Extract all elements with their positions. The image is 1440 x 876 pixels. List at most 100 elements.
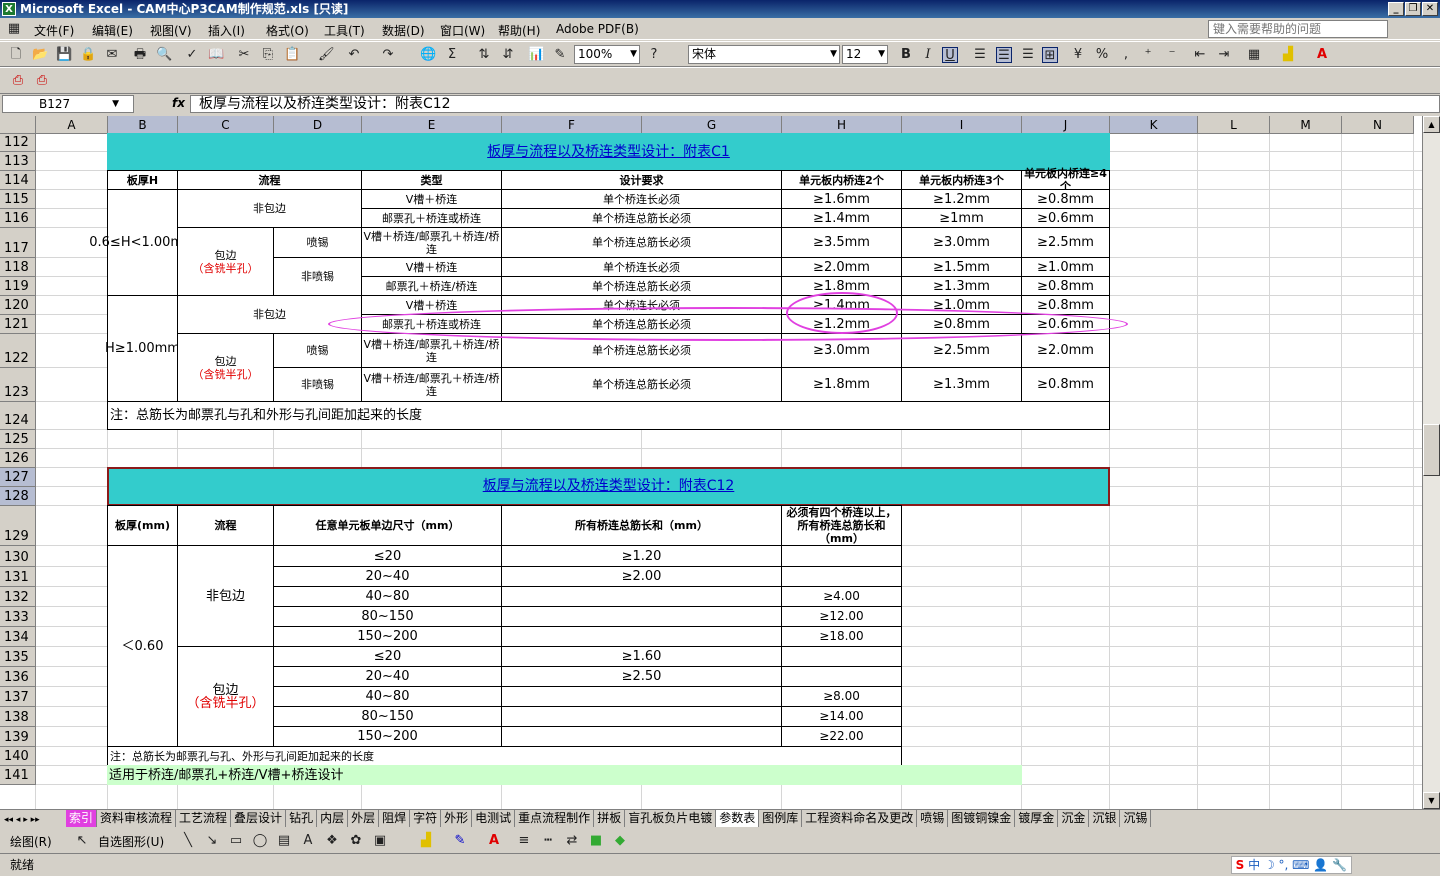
bold-button[interactable]: B [898, 47, 914, 63]
diagram-icon[interactable]: ❖ [324, 833, 340, 849]
permission-icon[interactable]: 🔒 [80, 47, 96, 63]
size-cell[interactable]: 40~80 [273, 686, 502, 707]
sheet-tab[interactable]: 沉银 [1089, 810, 1121, 827]
row-header[interactable]: 125 [0, 430, 36, 449]
four-bridge-cell[interactable]: ≥4.00 [781, 586, 902, 607]
header-cell[interactable]: 所有桥连总筋长和（mm） [501, 505, 782, 546]
minimize-button[interactable]: _ [1388, 2, 1404, 16]
formula-input[interactable]: 板厚与流程以及桥连类型设计：附表C12 [190, 95, 1440, 113]
name-box[interactable]: B127 ▼ [2, 95, 134, 113]
requirement-cell[interactable]: 单个桥连长必须 [501, 257, 782, 277]
row-header[interactable]: 122 [0, 334, 36, 368]
total-length-cell[interactable] [501, 706, 782, 727]
sheet-tab[interactable]: 重点流程制作 [515, 810, 595, 827]
vertical-scrollbar[interactable]: ▲ ▼ [1422, 116, 1440, 809]
row-header[interactable]: 137 [0, 687, 36, 707]
borders-icon[interactable]: ▦ [1246, 47, 1262, 63]
row-header[interactable]: 126 [0, 449, 36, 468]
type-cell[interactable]: V槽＋桥连 [361, 189, 502, 209]
print-preview-icon[interactable]: 🔍 [156, 47, 172, 63]
total-length-cell[interactable] [501, 726, 782, 747]
row-header[interactable]: 114 [0, 171, 36, 190]
row-header[interactable]: 123 [0, 368, 36, 402]
value-cell[interactable]: ≥0.8mm [1021, 189, 1110, 209]
size-cell[interactable]: 40~80 [273, 586, 502, 607]
process-cell[interactable]: 非喷锡 [273, 257, 362, 296]
type-cell[interactable]: 邮票孔＋桥连/桥连 [361, 276, 502, 296]
sheet-tab[interactable]: 字符 [410, 810, 442, 827]
header-cell[interactable]: 类型 [361, 170, 502, 190]
total-length-cell[interactable] [501, 626, 782, 647]
header-cell[interactable]: 流程 [177, 505, 274, 546]
increase-decimal-icon[interactable]: ⁺ [1140, 47, 1156, 63]
sheet-tab[interactable]: 电测试 [472, 810, 516, 827]
line-style-icon[interactable]: ≡ [516, 833, 532, 849]
four-bridge-cell[interactable] [781, 666, 902, 687]
process-cell[interactable]: 喷锡 [273, 227, 362, 258]
shadow-icon[interactable]: ■ [588, 833, 604, 849]
row-header[interactable]: 119 [0, 277, 36, 296]
menu-format[interactable]: 格式(O) [266, 22, 309, 39]
process-cell[interactable]: 包边 （含铣半孔） [177, 227, 274, 296]
size-cell[interactable]: 20~40 [273, 566, 502, 587]
size-cell[interactable]: ≤20 [273, 545, 502, 567]
requirement-cell[interactable]: 单个桥连总筋长必须 [501, 367, 782, 402]
line-color-icon[interactable]: ✎ [452, 833, 468, 849]
sheet-tab[interactable]: 沉金 [1058, 810, 1090, 827]
sheet-tab[interactable]: 索引 [66, 810, 98, 827]
type-cell[interactable]: V槽＋桥连/邮票孔＋桥连/桥连 [361, 227, 502, 258]
process-cell[interactable]: 非喷锡 [273, 367, 362, 402]
textbox-icon[interactable]: ▤ [276, 833, 292, 849]
sheet-tab[interactable]: 图例库 [759, 810, 803, 827]
column-header[interactable]: J [1022, 116, 1110, 134]
underline-button[interactable]: U [942, 47, 958, 63]
size-cell[interactable]: ≤20 [273, 646, 502, 667]
value-cell[interactable]: ≥1mm [901, 208, 1022, 228]
value-cell[interactable]: ≥1.8mm [781, 367, 902, 402]
sheet-tab[interactable]: 镀厚金 [1015, 810, 1059, 827]
value-cell[interactable]: ≥1.3mm [901, 367, 1022, 402]
requirement-cell[interactable]: 单个桥连总筋长必须 [501, 276, 782, 296]
align-left-icon[interactable]: ☰ [972, 47, 988, 63]
table1-title[interactable]: 板厚与流程以及桥连类型设计：附表C1 [107, 133, 1110, 171]
table2-note[interactable]: 注：总筋长为邮票孔与孔、外形与孔间距加起来的长度 [107, 746, 902, 766]
merge-center-icon[interactable]: ⊞ [1042, 47, 1058, 63]
sheet-tab[interactable]: 喷锡 [917, 810, 949, 827]
select-all-corner[interactable] [0, 116, 36, 134]
chart-wizard-icon[interactable]: 📊 [528, 47, 544, 63]
sheet-tab[interactable]: 图镀铜镍金 [948, 810, 1016, 827]
clipart-icon[interactable]: ✿ [348, 833, 364, 849]
increase-indent-icon[interactable]: ⇥ [1216, 47, 1232, 63]
value-cell[interactable]: ≥2.0mm [781, 257, 902, 277]
format-painter-icon[interactable]: 🖌 [318, 47, 335, 63]
autosum-icon[interactable]: Σ [444, 47, 460, 63]
function-icon[interactable]: fx [172, 96, 185, 110]
help-icon[interactable]: ? [646, 47, 662, 63]
row-header[interactable]: 116 [0, 209, 36, 228]
header-cell[interactable]: 单元板内桥连2个 [781, 170, 902, 190]
value-cell[interactable]: ≥1.3mm [901, 276, 1022, 296]
column-header[interactable]: F [502, 116, 642, 134]
type-cell[interactable]: V槽＋桥连/邮票孔＋桥连/桥连 [361, 367, 502, 402]
value-cell[interactable]: ≥1.6mm [781, 189, 902, 209]
column-header[interactable]: A [36, 116, 108, 134]
process-cell[interactable]: 包边 （含铣半孔） [177, 646, 274, 747]
menu-data[interactable]: 数据(D) [382, 22, 425, 39]
value-cell[interactable]: ≥0.8mm [1021, 367, 1110, 402]
requirement-cell[interactable]: 单个桥连总筋长必须 [501, 208, 782, 228]
sheet-tab[interactable]: 内层 [317, 810, 349, 827]
row-header[interactable]: 112 [0, 134, 36, 152]
font-select[interactable]: 宋体 ▼ [688, 45, 840, 64]
value-cell[interactable]: ≥2.5mm [1021, 227, 1110, 258]
menu-file[interactable]: 文件(F) [34, 22, 74, 39]
sheet-tab[interactable]: 钻孔 [286, 810, 318, 827]
column-header[interactable]: C [178, 116, 274, 134]
header-cell[interactable]: 必须有四个桥连以上，所有桥连总筋长和（mm） [781, 505, 902, 546]
align-center-icon[interactable]: ☰ [996, 47, 1012, 63]
column-header[interactable]: L [1198, 116, 1270, 134]
sheet-tab[interactable]: 工程资料命名及更改 [802, 810, 918, 827]
value-cell[interactable]: ≥3.0mm [901, 227, 1022, 258]
process-cell[interactable]: 非包边 [177, 545, 274, 647]
header-cell[interactable]: 流程 [177, 170, 362, 190]
size-cell[interactable]: 80~150 [273, 706, 502, 727]
